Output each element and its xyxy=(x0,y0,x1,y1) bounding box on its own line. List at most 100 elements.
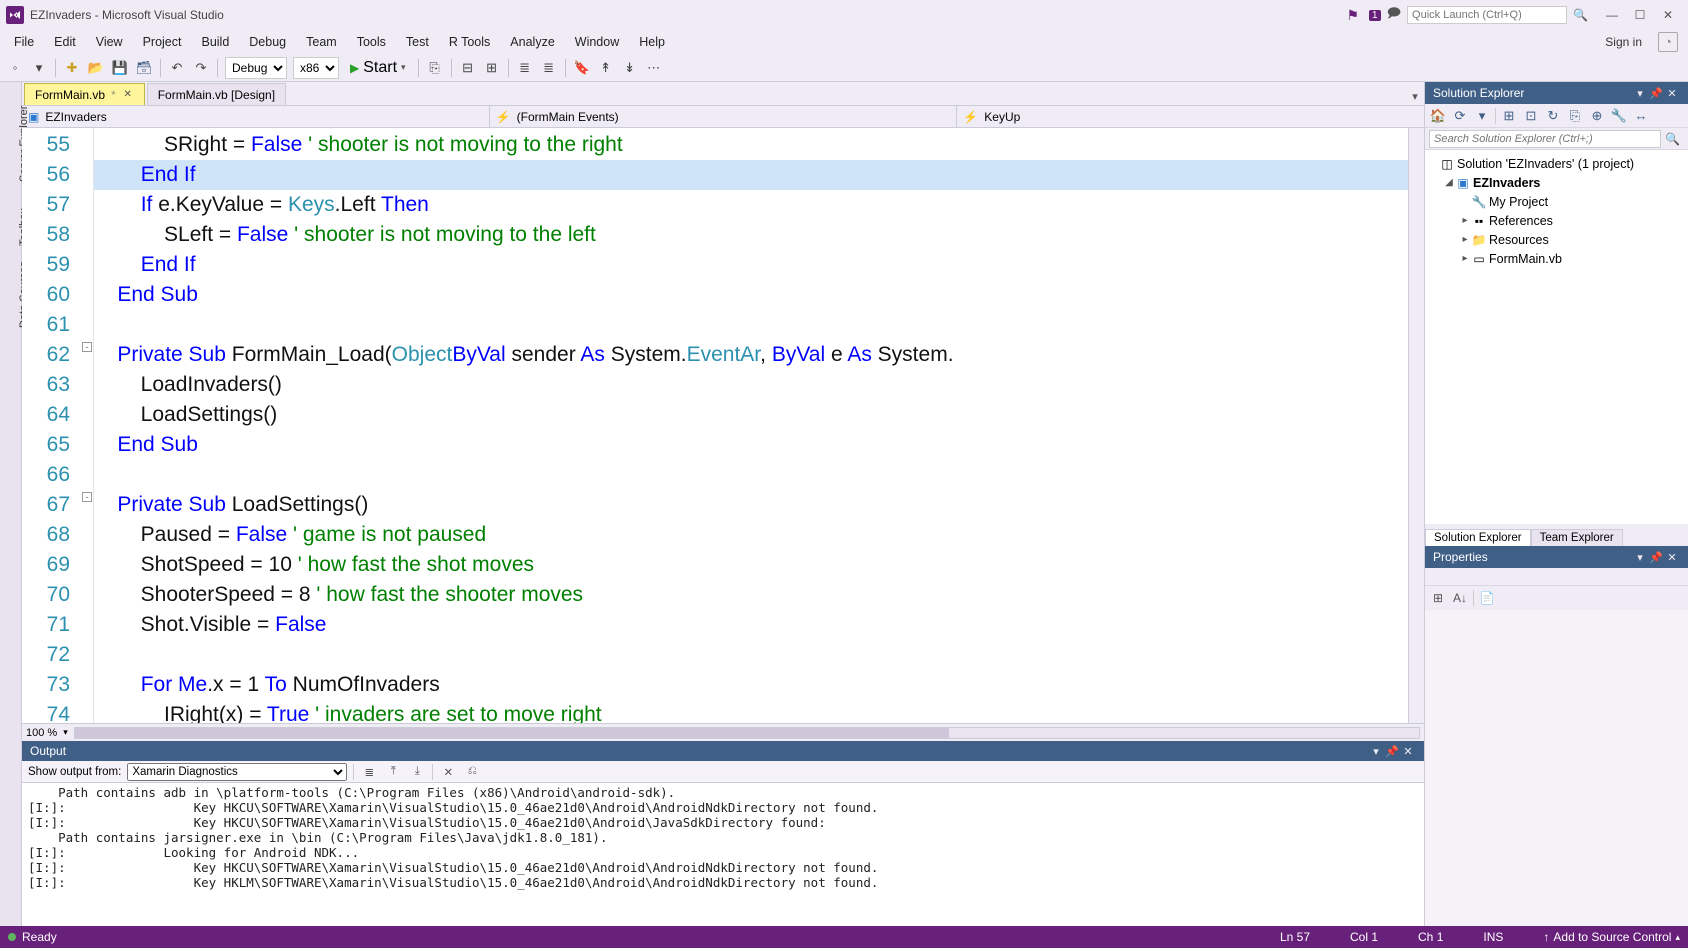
account-avatar-icon[interactable]: ◔ xyxy=(1658,32,1678,52)
uncomment-icon[interactable]: ≣ xyxy=(538,57,560,79)
btab-solution-explorer[interactable]: Solution Explorer xyxy=(1425,529,1531,546)
up-arrow-icon: ↑ xyxy=(1543,930,1549,944)
code-editor[interactable]: 5556575859606162636465666768697071727374… xyxy=(22,128,1424,723)
menu-team[interactable]: Team xyxy=(296,33,347,51)
nav-member[interactable]: ⚡ KeyUp xyxy=(957,106,1424,127)
props-dropdown-icon[interactable]: ▾ xyxy=(1632,549,1648,565)
maximize-button[interactable]: ☐ xyxy=(1626,6,1654,24)
code-area[interactable]: SRight = False ' shooter is not moving t… xyxy=(94,128,1424,723)
tool-icon-2[interactable]: ⊟ xyxy=(457,57,479,79)
output-btn-4[interactable]: ✕ xyxy=(439,763,457,781)
tool-icon-1[interactable]: ⎘ xyxy=(424,57,446,79)
nav-fwd-button[interactable]: ▾ xyxy=(28,57,50,79)
menu-rtools[interactable]: R Tools xyxy=(439,33,500,51)
btab-team-explorer[interactable]: Team Explorer xyxy=(1531,529,1623,546)
menu-test[interactable]: Test xyxy=(396,33,439,51)
menu-file[interactable]: File xyxy=(4,33,44,51)
add-source-control-button[interactable]: ↑Add to Source Control▴ xyxy=(1543,930,1680,944)
undo-button[interactable]: ↶ xyxy=(166,57,188,79)
vs-logo-icon xyxy=(6,6,24,24)
menu-project[interactable]: Project xyxy=(133,33,192,51)
save-all-button[interactable]: 🗃 xyxy=(133,57,155,79)
zoom-level[interactable]: 100 % xyxy=(26,727,57,739)
se-sync-icon[interactable]: ⟳ xyxy=(1451,107,1469,125)
se-btn-8[interactable]: ⊕ xyxy=(1588,107,1606,125)
tab-formmain-vb[interactable]: FormMain.vb * ✕ xyxy=(24,83,145,105)
se-properties-icon[interactable]: 🔧 xyxy=(1610,107,1628,125)
se-refresh-icon[interactable]: ↻ xyxy=(1544,107,1562,125)
menu-edit[interactable]: Edit xyxy=(44,33,86,51)
properties-body xyxy=(1425,610,1688,926)
bookmark-icon[interactable]: 🔖 xyxy=(571,57,593,79)
se-close-icon[interactable]: ✕ xyxy=(1664,85,1680,101)
output-body[interactable]: Path contains adb in \platform-tools (C:… xyxy=(22,783,1424,926)
output-btn-1[interactable]: ≣ xyxy=(360,763,378,781)
menu-debug[interactable]: Debug xyxy=(239,33,296,51)
new-button[interactable]: ✚ xyxy=(61,57,83,79)
tab-formmain-design[interactable]: FormMain.vb [Design] xyxy=(147,83,286,105)
props-close-icon[interactable]: ✕ xyxy=(1664,549,1680,565)
solution-tree[interactable]: ◫Solution 'EZInvaders' (1 project) ◢▣EZI… xyxy=(1425,150,1688,524)
comment-icon[interactable]: ≣ xyxy=(514,57,536,79)
redo-button[interactable]: ↷ xyxy=(190,57,212,79)
output-close-icon[interactable]: ✕ xyxy=(1400,743,1416,759)
se-btn-10[interactable]: ↔ xyxy=(1632,107,1650,125)
fold-toggle[interactable]: - xyxy=(82,342,92,352)
vertical-scrollbar[interactable] xyxy=(1408,128,1424,723)
nav-class[interactable]: ⚡ (FormMain Events) xyxy=(490,106,958,127)
props-pin-icon[interactable]: 📌 xyxy=(1648,549,1664,565)
quick-launch-search-icon[interactable]: 🔍 xyxy=(1573,8,1588,22)
fold-toggle[interactable]: - xyxy=(82,492,92,502)
quick-launch-input[interactable] xyxy=(1407,6,1567,24)
close-button[interactable]: ✕ xyxy=(1654,6,1682,24)
se-search-input[interactable] xyxy=(1429,130,1661,148)
menu-analyze[interactable]: Analyze xyxy=(500,33,564,51)
output-btn-5[interactable]: ⎌ xyxy=(463,763,481,781)
output-btn-3[interactable]: ⤓ xyxy=(408,763,426,781)
se-home-icon[interactable]: 🏠 xyxy=(1429,107,1447,125)
search-icon[interactable]: 🔍 xyxy=(1661,132,1684,146)
zoom-chevron-icon[interactable]: ▾ xyxy=(63,727,68,738)
notify-flag-icon[interactable]: ⚑ xyxy=(1346,7,1359,24)
config-dropdown[interactable]: Debug xyxy=(225,57,287,79)
se-pin-icon[interactable]: 📌 xyxy=(1648,85,1664,101)
close-tab-icon[interactable]: ✕ xyxy=(122,89,134,101)
line-gutter: 5556575859606162636465666768697071727374 xyxy=(22,128,80,723)
tool-icon-6[interactable]: ↡ xyxy=(619,57,641,79)
menu-build[interactable]: Build xyxy=(191,33,239,51)
menu-view[interactable]: View xyxy=(86,33,133,51)
nav-project[interactable]: ▣ EZInvaders xyxy=(22,106,490,127)
output-from-select[interactable]: Xamarin Diagnostics xyxy=(127,763,347,781)
props-pages-icon[interactable]: 📄 xyxy=(1478,589,1496,607)
se-btn-4[interactable]: ⊞ xyxy=(1500,107,1518,125)
menu-bar: File Edit View Project Build Debug Team … xyxy=(0,30,1688,54)
minimize-button[interactable]: — xyxy=(1598,6,1626,24)
menu-help[interactable]: Help xyxy=(629,33,675,51)
sign-in-button[interactable]: Sign in xyxy=(1595,33,1652,51)
open-button[interactable]: 📂 xyxy=(85,57,107,79)
props-categorized-icon[interactable]: ⊞ xyxy=(1429,589,1447,607)
platform-dropdown[interactable]: x86 xyxy=(293,57,339,79)
feedback-icon[interactable]: 🗩 xyxy=(1387,4,1401,26)
se-btn-5[interactable]: ⊡ xyxy=(1522,107,1540,125)
se-dropdown-icon[interactable]: ▾ xyxy=(1632,85,1648,101)
nav-back-button[interactable]: ◦ xyxy=(4,57,26,79)
output-pin-icon[interactable]: 📌 xyxy=(1384,743,1400,759)
menu-tools[interactable]: Tools xyxy=(347,33,396,51)
tool-icon-5[interactable]: ↟ xyxy=(595,57,617,79)
props-alpha-icon[interactable]: A↓ xyxy=(1451,589,1469,607)
se-btn-3[interactable]: ▾ xyxy=(1473,107,1491,125)
output-btn-2[interactable]: ⤒ xyxy=(384,763,402,781)
tool-icon-7[interactable]: ⋯ xyxy=(643,57,665,79)
se-btn-7[interactable]: ⎘ xyxy=(1566,107,1584,125)
workspace: Server Explorer Toolbox Data Sources For… xyxy=(0,82,1688,926)
tree-resources: ▸📁Resources xyxy=(1427,230,1686,249)
menu-window[interactable]: Window xyxy=(565,33,629,51)
save-button[interactable]: 💾 xyxy=(109,57,131,79)
tool-icon-3[interactable]: ⊞ xyxy=(481,57,503,79)
tabs-dropdown-icon[interactable]: ▾ xyxy=(1406,87,1424,105)
horizontal-scrollbar[interactable] xyxy=(74,727,1420,739)
output-dropdown-icon[interactable]: ▾ xyxy=(1368,743,1384,759)
status-ins: INS xyxy=(1483,930,1503,944)
start-button[interactable]: ▶Start▾ xyxy=(343,57,413,79)
